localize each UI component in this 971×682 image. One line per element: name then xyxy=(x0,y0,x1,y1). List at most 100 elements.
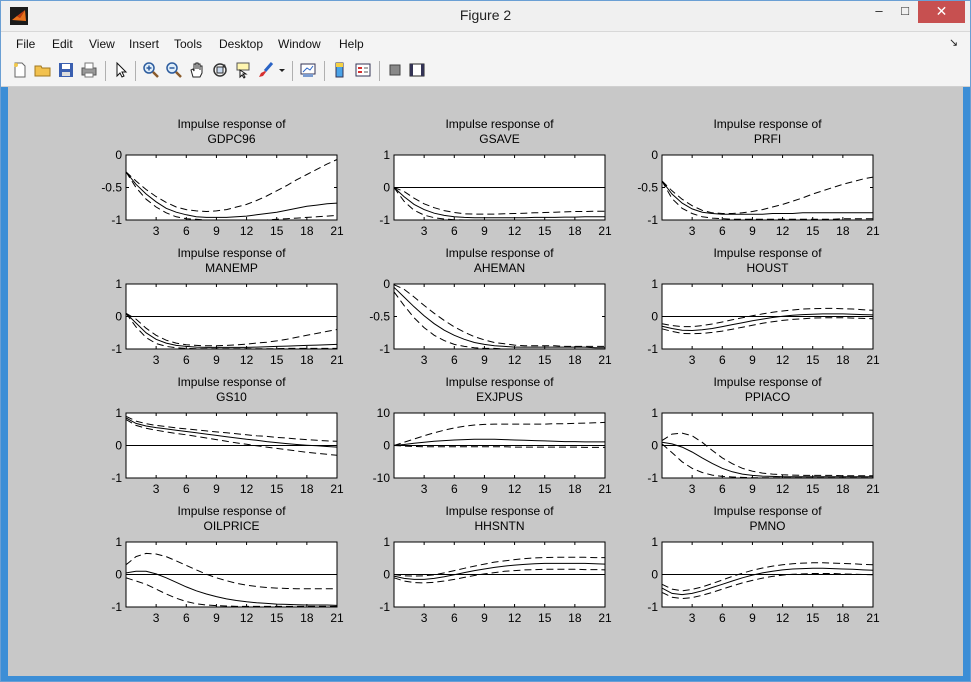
menu-window[interactable]: Window xyxy=(278,37,321,51)
zoom-out-icon[interactable] xyxy=(165,61,183,79)
x-tick-label: 15 xyxy=(806,224,820,238)
y-tick-label: 0 xyxy=(115,568,122,582)
brush-dropdown-icon[interactable] xyxy=(277,61,287,79)
x-tick-label: 9 xyxy=(213,611,220,625)
y-tick-label: 1 xyxy=(383,535,390,549)
hide-plot-tools-icon[interactable] xyxy=(386,61,404,79)
x-tick-label: 12 xyxy=(240,482,254,496)
y-tick-label: -1 xyxy=(647,342,658,356)
x-tick-label: 9 xyxy=(213,482,220,496)
x-tick-label: 12 xyxy=(508,482,522,496)
subplot-title: Impulse response of xyxy=(445,504,554,518)
subplot-title: Impulse response of xyxy=(713,504,822,518)
x-tick-label: 18 xyxy=(300,353,314,367)
x-tick-label: 12 xyxy=(240,224,254,238)
subplot: Impulse response ofMANEMP 3 6 9 12 15 18 21 1 0 -1 xyxy=(111,246,344,367)
menu-help[interactable]: Help xyxy=(339,37,364,51)
y-tick-label: 0 xyxy=(383,181,390,195)
menu-edit[interactable]: Edit xyxy=(52,37,73,51)
y-tick-label: -10 xyxy=(373,471,391,485)
x-tick-label: 6 xyxy=(183,353,190,367)
subplot: Impulse response ofGS10 3 6 9 12 15 18 21 1 0 -1 xyxy=(111,375,344,496)
x-tick-label: 12 xyxy=(240,611,254,625)
dock-arrow-icon[interactable]: ↘ xyxy=(949,36,958,49)
x-tick-label: 18 xyxy=(836,224,850,238)
close-icon[interactable]: ✕ xyxy=(918,1,965,23)
y-tick-label: -1 xyxy=(111,471,122,485)
title-bar[interactable]: Figure 2 – □ ✕ xyxy=(1,1,970,32)
subplot-title: Impulse response of xyxy=(445,375,554,389)
x-tick-label: 9 xyxy=(749,482,756,496)
subplot: Impulse response ofHHSNTN 3 6 9 12 15 18 21 1 0 -1 xyxy=(379,504,612,625)
subplot-title: OILPRICE xyxy=(203,519,259,533)
save-icon[interactable] xyxy=(57,61,75,79)
show-plot-tools-icon[interactable] xyxy=(408,61,426,79)
subplot-title: GS10 xyxy=(216,390,247,404)
pointer-icon[interactable] xyxy=(112,61,130,79)
y-tick-label: 0 xyxy=(383,277,390,291)
maximize-icon[interactable]: □ xyxy=(892,1,918,23)
minimize-icon[interactable]: – xyxy=(866,1,892,23)
menu-tools[interactable]: Tools xyxy=(174,37,202,51)
subplot-title: Impulse response of xyxy=(177,246,286,260)
colorbar-icon[interactable] xyxy=(331,61,349,79)
x-tick-label: 6 xyxy=(719,353,726,367)
rotate-3d-icon[interactable] xyxy=(211,61,229,79)
x-tick-label: 15 xyxy=(538,611,552,625)
x-tick-label: 3 xyxy=(421,611,428,625)
subplot-title: Impulse response of xyxy=(177,117,286,131)
x-tick-label: 9 xyxy=(481,224,488,238)
zoom-in-icon[interactable] xyxy=(142,61,160,79)
subplot: Impulse response ofGDPC96 3 6 9 12 15 18 21 0 -0.… xyxy=(101,117,344,238)
x-tick-label: 15 xyxy=(270,353,284,367)
menu-desktop[interactable]: Desktop xyxy=(219,37,263,51)
x-tick-label: 21 xyxy=(866,224,880,238)
menu-file[interactable]: File xyxy=(16,37,35,51)
menu-view[interactable]: View xyxy=(89,37,115,51)
x-tick-label: 3 xyxy=(153,611,160,625)
x-tick-label: 18 xyxy=(300,224,314,238)
subplot-title: Impulse response of xyxy=(445,117,554,131)
x-tick-label: 18 xyxy=(300,482,314,496)
y-tick-label: -1 xyxy=(379,600,390,614)
x-tick-label: 18 xyxy=(300,611,314,625)
y-tick-label: -0.5 xyxy=(369,310,390,324)
x-tick-label: 21 xyxy=(330,353,344,367)
x-tick-label: 12 xyxy=(508,224,522,238)
y-tick-label: -1 xyxy=(647,471,658,485)
toolbar xyxy=(1,56,970,87)
x-tick-label: 9 xyxy=(749,224,756,238)
x-tick-label: 6 xyxy=(451,353,458,367)
x-tick-label: 3 xyxy=(689,224,696,238)
subplot: Impulse response ofPRFI 3 6 9 12 15 18 21 0 -0.5 -… xyxy=(637,117,880,238)
y-tick-label: -1 xyxy=(647,213,658,227)
subplot-title: GSAVE xyxy=(479,132,519,146)
pan-hand-icon[interactable] xyxy=(188,61,206,79)
x-tick-label: 9 xyxy=(481,482,488,496)
y-tick-label: 0 xyxy=(651,568,658,582)
subplot-title: PMNO xyxy=(750,519,786,533)
open-file-icon[interactable] xyxy=(34,61,52,79)
link-plot-icon[interactable] xyxy=(299,61,317,79)
x-tick-label: 6 xyxy=(451,482,458,496)
subplot: Impulse response ofHOUST 3 6 9 12 15 18 21 1 0 -1 xyxy=(647,246,880,367)
x-tick-label: 3 xyxy=(421,224,428,238)
print-icon[interactable] xyxy=(80,61,98,79)
subplot: Impulse response ofAHEMAN 3 6 9 12 15 18 21 0 -0.… xyxy=(369,246,612,367)
menu-insert[interactable]: Insert xyxy=(129,37,159,51)
x-tick-label: 3 xyxy=(421,482,428,496)
subplot-title: PPIACO xyxy=(745,390,790,404)
y-tick-label: 0 xyxy=(651,439,658,453)
x-tick-label: 15 xyxy=(538,482,552,496)
y-tick-label: 1 xyxy=(115,535,122,549)
x-tick-label: 12 xyxy=(240,353,254,367)
x-tick-label: 21 xyxy=(866,611,880,625)
x-tick-label: 15 xyxy=(538,224,552,238)
legend-icon[interactable] xyxy=(354,61,372,79)
brush-icon[interactable] xyxy=(257,61,275,79)
toolbar-separator xyxy=(135,61,136,81)
data-cursor-icon[interactable] xyxy=(234,61,252,79)
new-figure-icon[interactable] xyxy=(11,61,29,79)
x-tick-label: 9 xyxy=(213,224,220,238)
toolbar-separator xyxy=(292,61,293,81)
